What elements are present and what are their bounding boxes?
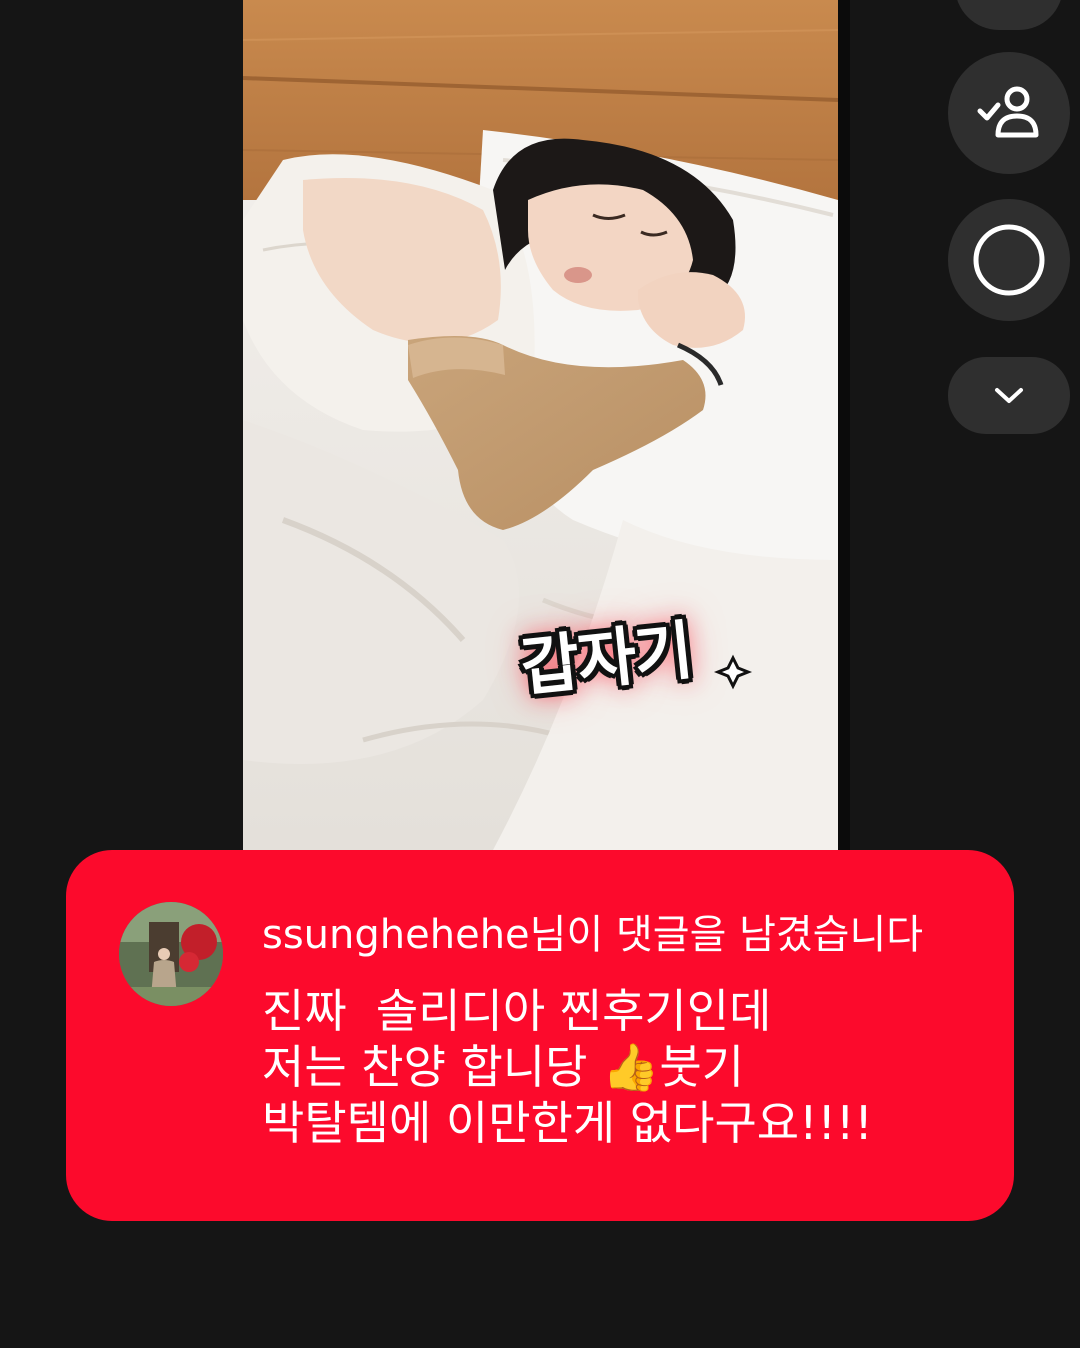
comment-header: ssunghehehe님이 댓글을 남겼습니다 <box>262 902 923 960</box>
video-frame[interactable] <box>243 0 838 850</box>
comment-notice: 님이 댓글을 남겼습니다 <box>529 912 924 958</box>
avatar-image <box>119 902 223 1006</box>
commenter-username[interactable]: ssunghehehe <box>262 912 530 958</box>
comment-line: 저는 찬양 합니당 👍붓기 <box>262 1040 745 1094</box>
comment-line: 박탈템에 이만한게 없다구요!!!! <box>262 1096 873 1150</box>
side-top-button[interactable] <box>955 0 1063 30</box>
caption-text: 갑자기 <box>517 614 695 706</box>
screen: 갑자기 ssunghehehe님이 댓글을 남겼습니다 진짜 솔리디아 찐후기인… <box>0 0 1080 1348</box>
comment-notification-card[interactable]: ssunghehehe님이 댓글을 남겼습니다 진짜 솔리디아 찐후기인데 저는… <box>66 850 1014 1221</box>
chevron-down-icon <box>995 387 1023 403</box>
follow-button[interactable] <box>948 52 1070 174</box>
caption-sticker: 갑자기 <box>517 600 760 706</box>
video-frame-edge <box>838 0 850 850</box>
record-button[interactable] <box>948 199 1070 321</box>
person-check-icon <box>977 86 1039 138</box>
circle-icon <box>973 224 1045 296</box>
comment-line: 진짜 솔리디아 찐후기인데 <box>262 984 772 1038</box>
video-scene-illustration <box>243 0 838 850</box>
avatar[interactable] <box>119 902 223 1006</box>
comment-body: 진짜 솔리디아 찐후기인데 저는 찬양 합니당 👍붓기 박탈템에 이만한게 없다… <box>262 983 873 1151</box>
expand-button[interactable] <box>948 357 1070 434</box>
